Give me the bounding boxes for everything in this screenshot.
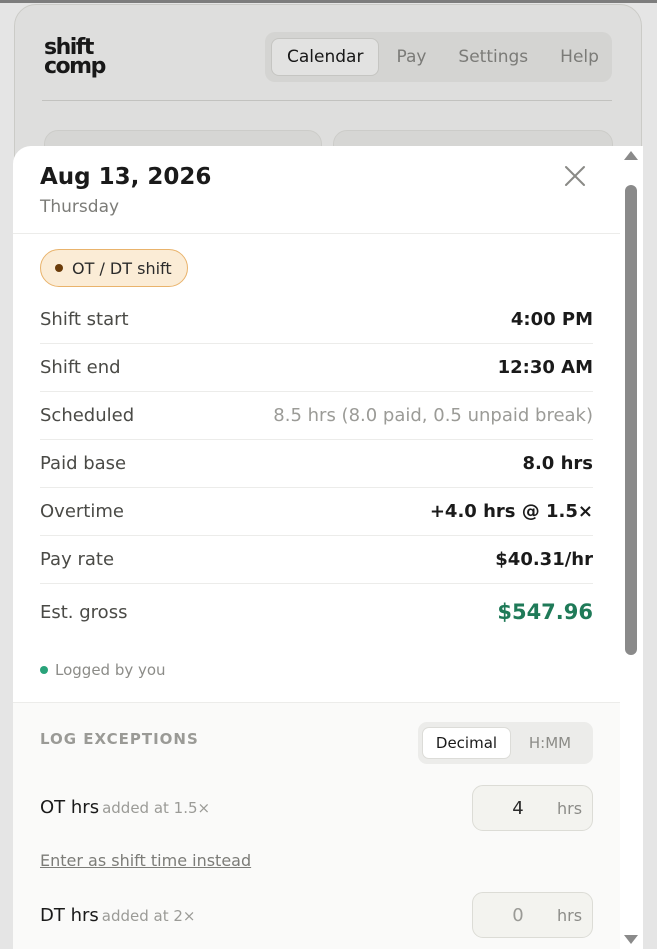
logged-label: Logged by you: [55, 661, 166, 679]
detail-row-shift-end: Shift end 12:30 AM: [40, 344, 593, 392]
dt-hours-input[interactable]: 0 hrs: [472, 892, 593, 938]
detail-row-paid-base: Paid base 8.0 hrs: [40, 440, 593, 488]
dt-hours-value[interactable]: 0: [473, 905, 551, 926]
shift-detail-modal: Aug 13, 2026 Thursday OT / DT shift Shif…: [13, 146, 643, 949]
detail-value: $40.31/hr: [495, 549, 593, 570]
scroll-down-arrow-icon[interactable]: [624, 935, 638, 944]
ot-hours-input[interactable]: 4 hrs: [472, 785, 593, 831]
ot-multiplier-note: added at 1.5×: [102, 799, 211, 817]
dt-label-text: DT hrs: [40, 905, 99, 926]
ot-label-text: OT hrs: [40, 797, 100, 818]
ot-hours-unit: hrs: [557, 798, 583, 818]
shift-details-list: Shift start 4:00 PM Shift end 12:30 AM S…: [40, 296, 593, 640]
modal-header: Aug 13, 2026 Thursday: [13, 146, 620, 234]
scrollbar-thumb[interactable]: [625, 185, 637, 655]
detail-row-est-gross: Est. gross $547.96: [40, 584, 593, 640]
detail-label: Paid base: [40, 453, 127, 474]
format-hmm-button[interactable]: H:MM: [511, 727, 589, 759]
detail-row-scheduled: Scheduled 8.5 hrs (8.0 paid, 0.5 unpaid …: [40, 392, 593, 440]
dt-hours-unit: hrs: [557, 905, 583, 925]
ot-hours-value[interactable]: 4: [473, 798, 551, 819]
log-exceptions-section: LOG EXCEPTIONS Decimal H:MM OT hrs added …: [13, 702, 620, 949]
detail-label: Scheduled: [40, 405, 135, 426]
detail-value: 12:30 AM: [497, 357, 593, 378]
close-icon: [565, 166, 585, 186]
detail-value: +4.0 hrs @ 1.5×: [429, 501, 593, 522]
badge-label: OT / DT shift: [72, 258, 172, 278]
detail-label: Pay rate: [40, 549, 115, 570]
detail-label: Shift end: [40, 357, 121, 378]
dt-hours-label: DT hrs added at 2×: [40, 905, 195, 926]
est-gross-value: $547.96: [497, 600, 593, 624]
detail-value: 8.0 hrs: [522, 453, 593, 474]
detail-row-shift-start: Shift start 4:00 PM: [40, 296, 593, 344]
modal-date: Aug 13, 2026: [40, 164, 212, 190]
enter-shift-time-link[interactable]: Enter as shift time instead: [40, 851, 251, 870]
status-dot-icon: [40, 666, 48, 674]
section-title: LOG EXCEPTIONS: [40, 730, 199, 748]
logged-status: Logged by you: [40, 661, 166, 679]
ot-hours-label: OT hrs added at 1.5×: [40, 797, 210, 818]
detail-value: 4:00 PM: [510, 309, 593, 330]
modal-weekday: Thursday: [40, 197, 120, 217]
detail-row-overtime: Overtime +4.0 hrs @ 1.5×: [40, 488, 593, 536]
detail-label: Shift start: [40, 309, 129, 330]
detail-value: 8.5 hrs (8.0 paid, 0.5 unpaid break): [273, 405, 593, 426]
detail-label: Overtime: [40, 501, 124, 522]
badge-dot-icon: [55, 264, 63, 272]
detail-row-pay-rate: Pay rate $40.31/hr: [40, 536, 593, 584]
dt-multiplier-note: added at 2×: [101, 907, 196, 925]
detail-label: Est. gross: [40, 601, 128, 623]
format-toggle: Decimal H:MM: [418, 722, 593, 764]
scroll-up-arrow-icon[interactable]: [624, 151, 638, 160]
close-button[interactable]: [562, 163, 588, 189]
format-decimal-button[interactable]: Decimal: [422, 727, 511, 759]
shift-type-badge: OT / DT shift: [40, 249, 188, 287]
